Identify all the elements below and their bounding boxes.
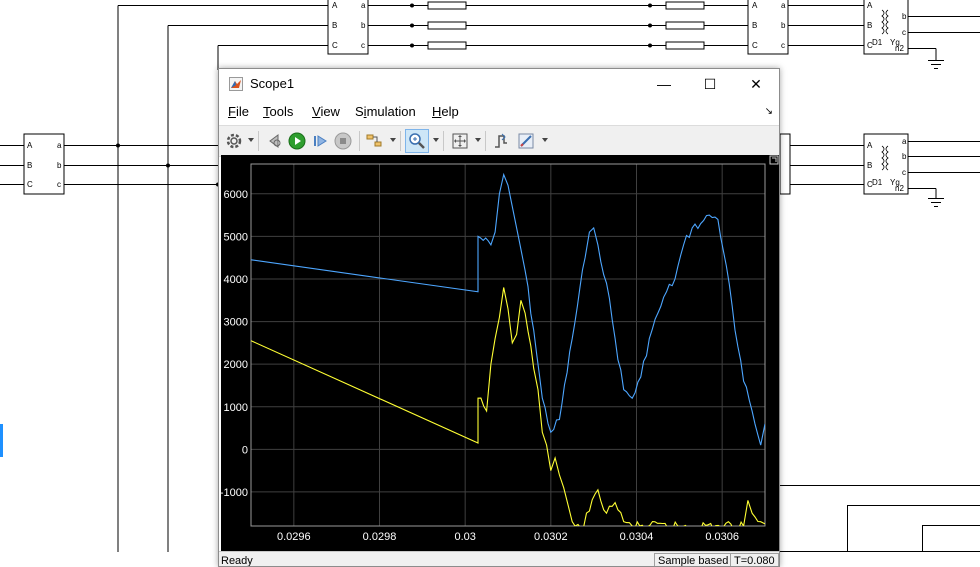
chevron-down-icon[interactable]	[475, 138, 481, 142]
scope-plot[interactable]: 0.0296 0.0298 0.03 0.0302 0.0304 0.0306 -1000 0…	[220, 155, 779, 551]
y-tick-label: 5000	[224, 231, 248, 243]
undock-legend-icon[interactable]	[769, 155, 779, 165]
port-label: b	[902, 152, 907, 161]
stop-icon[interactable]	[333, 131, 353, 151]
y-tick-label: 1000	[224, 402, 248, 414]
chevron-down-icon[interactable]	[248, 138, 254, 142]
close-icon: ✕	[750, 76, 762, 92]
port-label: n2	[895, 44, 904, 53]
port-label: B	[752, 21, 757, 30]
port-label: C	[27, 180, 33, 189]
port-label: a	[57, 141, 62, 150]
port-label: c	[902, 28, 906, 37]
port-label: c	[781, 41, 785, 50]
port-label: c	[361, 41, 365, 50]
x-tick-label: 0.0306	[705, 531, 739, 543]
x-tick-label: 0.0296	[277, 531, 311, 543]
title-bar[interactable]: Scope1 — ☐ ✕	[219, 69, 779, 99]
toolbar-separator	[485, 131, 486, 151]
toolbar-separator	[359, 131, 360, 151]
selection-marker	[0, 424, 3, 457]
winding-label: D1	[872, 178, 883, 187]
port-label: A	[867, 141, 873, 150]
winding-label: D1	[872, 38, 883, 47]
menu-view[interactable]: View	[312, 104, 340, 119]
status-bar: Ready Sample based T=0.080	[219, 551, 779, 567]
port-label: c	[902, 168, 906, 177]
sample-mode: Sample based	[654, 553, 733, 566]
port-label: c	[57, 180, 61, 189]
y-tick-label: -1000	[221, 487, 248, 499]
y-tick-label: 6000	[224, 189, 248, 201]
port-label: B	[867, 21, 872, 30]
fit-to-view-icon[interactable]	[450, 131, 470, 151]
minimize-icon: —	[657, 76, 671, 92]
triggers-icon[interactable]	[491, 131, 511, 151]
menu-tools[interactable]: Tools	[263, 104, 293, 119]
maximize-button[interactable]: ☐	[687, 69, 733, 99]
port-label: b	[57, 161, 62, 170]
x-tick-label: 0.0304	[620, 531, 654, 543]
y-tick-label: 0	[242, 444, 248, 456]
chevron-down-icon[interactable]	[390, 138, 396, 142]
chevron-down-icon[interactable]	[433, 138, 439, 142]
toolbar-separator	[258, 131, 259, 151]
menu-bar: File Tools View Simulation Help ↘	[219, 100, 779, 122]
port-label: a	[781, 1, 786, 10]
maximize-icon: ☐	[703, 76, 717, 92]
minimize-button[interactable]: —	[641, 69, 687, 99]
step-back-icon[interactable]	[264, 131, 284, 151]
collapse-icon[interactable]: ↘	[765, 106, 773, 117]
style-icon[interactable]	[516, 131, 536, 151]
port-label: a	[361, 1, 366, 10]
window-title: Scope1	[250, 76, 295, 91]
series-line	[251, 287, 765, 526]
y-tick-label: 2000	[224, 359, 248, 371]
step-forward-icon[interactable]	[310, 131, 330, 151]
y-tick-label: 4000	[224, 274, 248, 286]
axes-frame	[250, 163, 766, 527]
port-label: B	[867, 161, 872, 170]
port-label: A	[752, 1, 758, 10]
port-label: A	[867, 1, 873, 10]
scope-window[interactable]: Scope1 — ☐ ✕ File Tools View Simulation …	[218, 68, 780, 567]
port-label: a	[902, 137, 907, 146]
plot-area[interactable]: 0.0296 0.0298 0.03 0.0302 0.0304 0.0306 -1000 0…	[220, 155, 779, 551]
port-label: b	[361, 21, 366, 30]
x-tick-label: 0.0298	[363, 531, 397, 543]
sim-time: T=0.080	[730, 553, 779, 566]
gear-icon[interactable]	[224, 131, 244, 151]
port-label: n2	[895, 184, 904, 193]
port-label: B	[332, 21, 337, 30]
menu-file[interactable]: File	[228, 104, 249, 119]
toolbar-separator	[400, 131, 401, 151]
toolbar	[219, 125, 779, 157]
port-label: C	[332, 41, 338, 50]
status-ready: Ready	[221, 555, 253, 567]
port-label: b	[902, 12, 907, 21]
chevron-down-icon[interactable]	[542, 138, 548, 142]
zoom-in-icon[interactable]	[407, 131, 427, 151]
port-label: A	[27, 141, 33, 150]
toolbar-separator	[443, 131, 444, 151]
y-tick-label: 3000	[224, 317, 248, 329]
menu-simulation[interactable]: Simulation	[355, 104, 416, 119]
x-tick-label: 0.03	[454, 531, 475, 543]
menu-help[interactable]: Help	[432, 104, 459, 119]
port-label: C	[752, 41, 758, 50]
port-label: A	[332, 1, 338, 10]
run-icon[interactable]	[287, 131, 307, 151]
port-label: b	[781, 21, 786, 30]
highlight-icon[interactable]	[364, 131, 384, 151]
port-label: B	[27, 161, 32, 170]
matlab-icon	[229, 77, 243, 91]
close-button[interactable]: ✕	[733, 69, 779, 99]
x-tick-label: 0.0302	[534, 531, 568, 543]
